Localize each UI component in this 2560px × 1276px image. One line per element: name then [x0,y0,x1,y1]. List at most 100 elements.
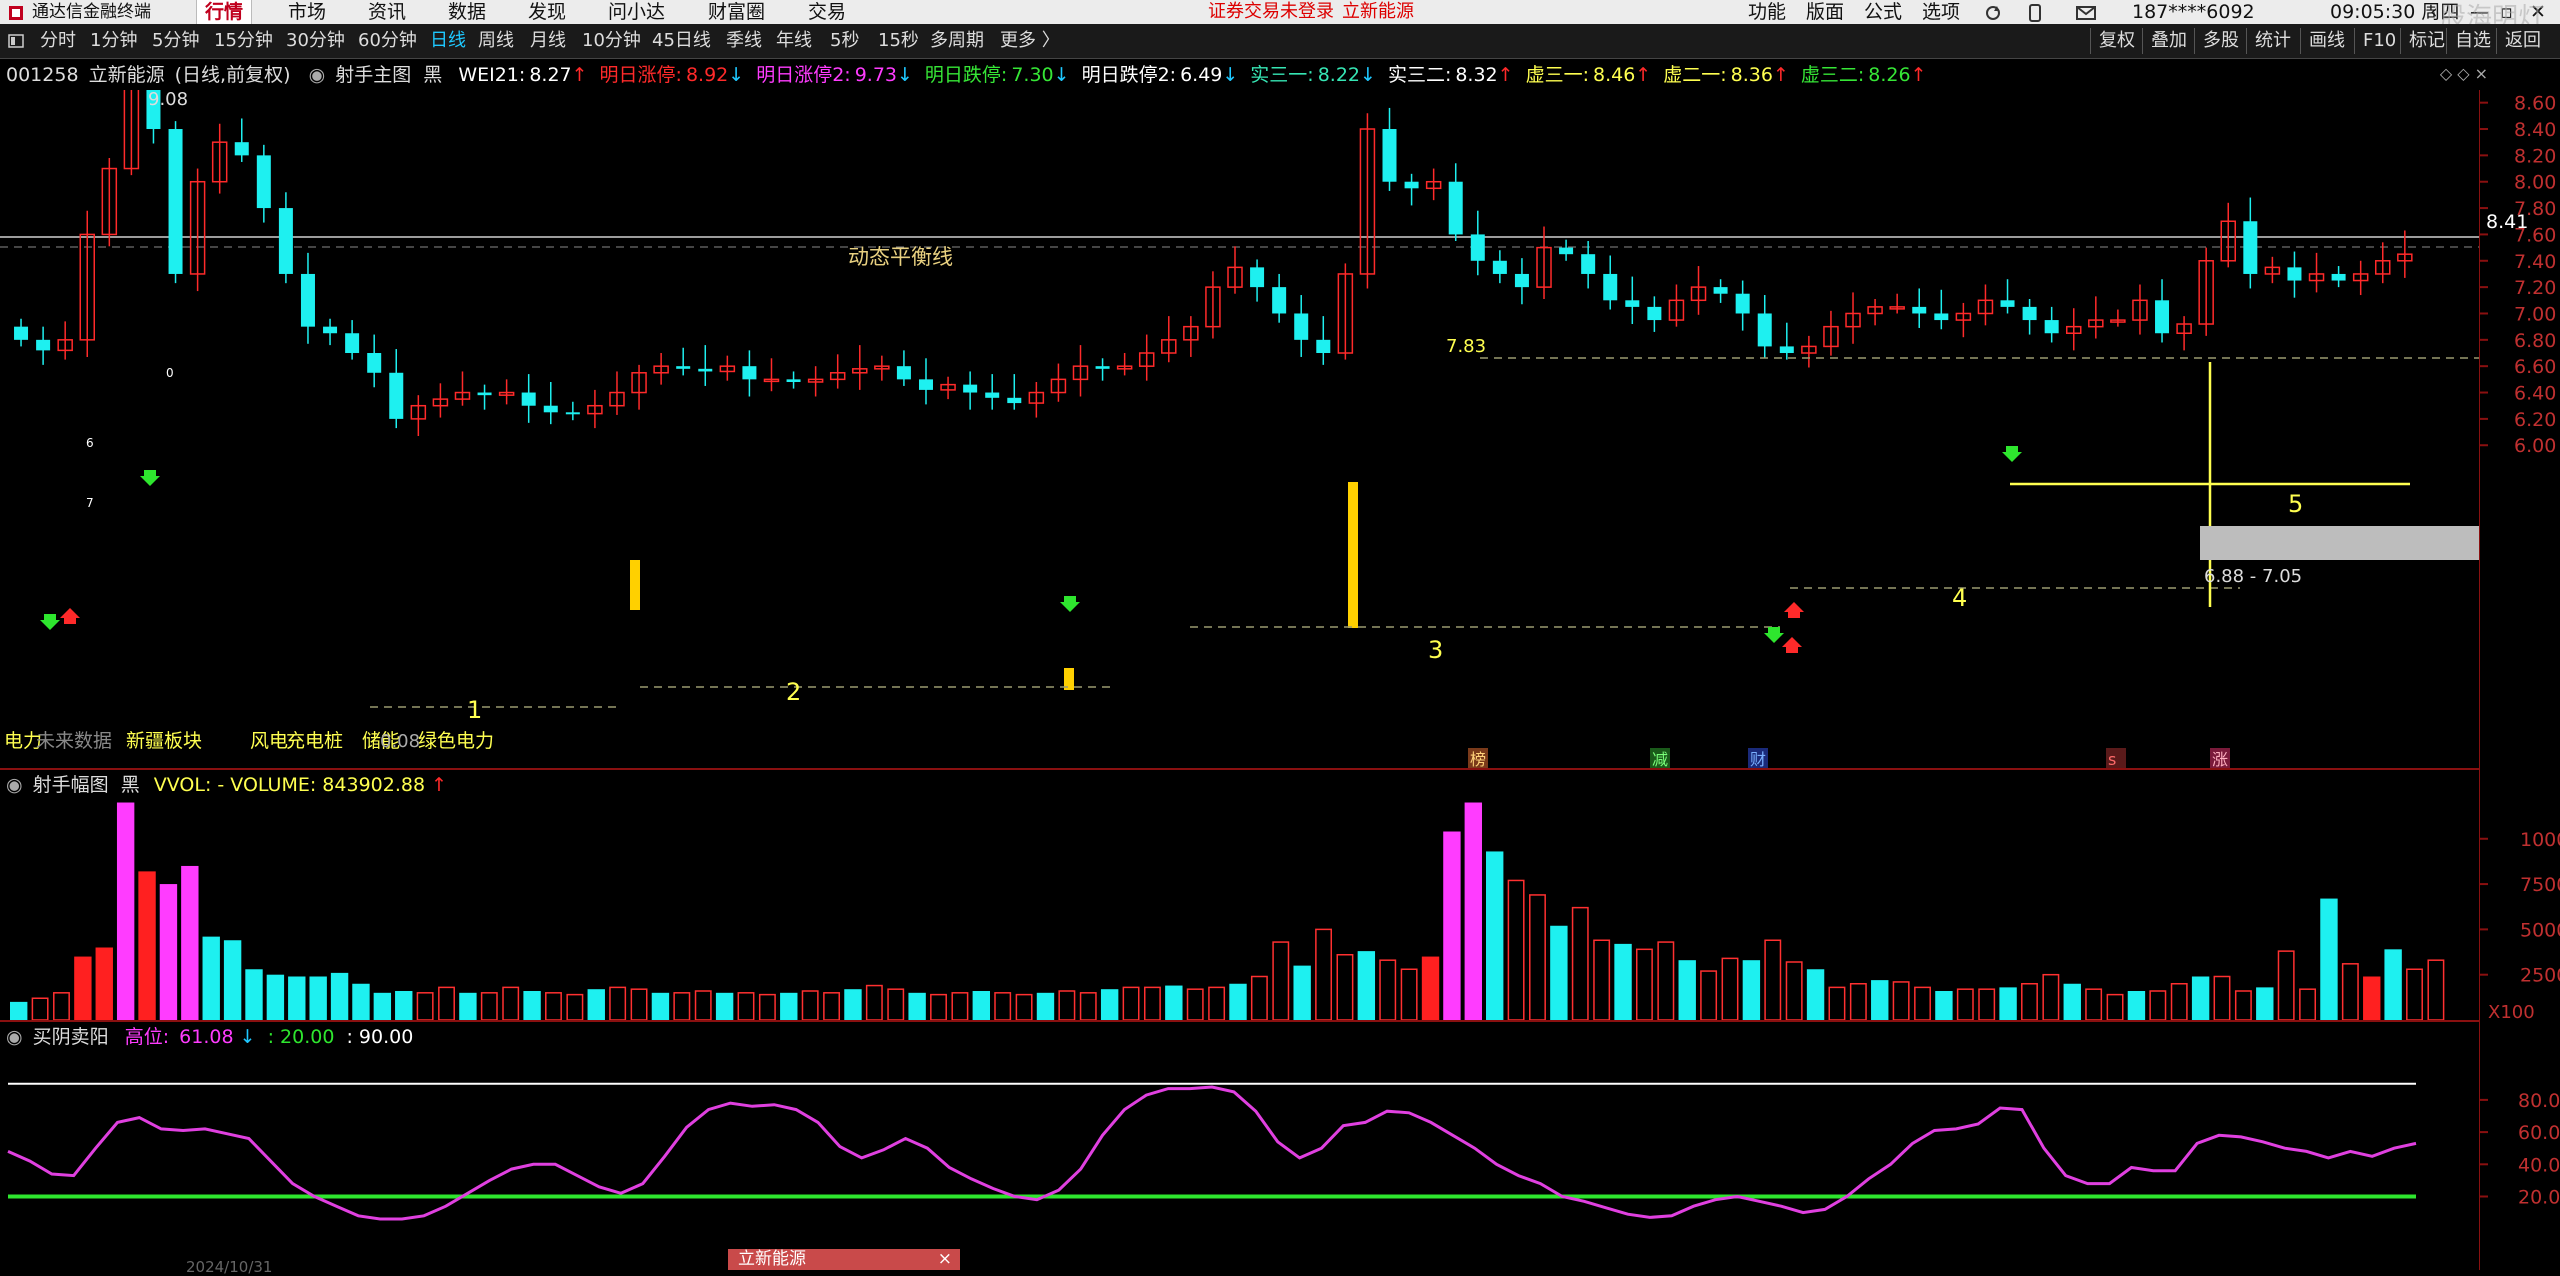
wave-label: 2 [786,678,801,706]
main-indicator-name[interactable]: 射手主图 [335,64,411,86]
volume-bar [2320,898,2338,1020]
highlight-candle [1348,482,1358,628]
menu-shuju[interactable]: 数据 [448,0,486,24]
tool-button-3[interactable]: 统计 [2246,28,2299,54]
volume-value: VVOL: - VOLUME: 843902.88 [153,774,426,796]
menu-zixun[interactable]: 资讯 [368,0,406,24]
tool-button-4[interactable]: 画线 [2300,28,2353,54]
main-value-arrow-2: ↓ [897,64,913,86]
login-notice[interactable]: 证券交易未登录 [1208,0,1334,24]
period-2[interactable]: 5分钟 [152,24,199,58]
period-3[interactable]: 15分钟 [214,24,273,58]
refresh-icon[interactable] [1984,0,2002,24]
price-tick-label: 7.40 [2514,251,2556,273]
mail-icon[interactable] [2076,0,2096,24]
period-16[interactable]: 更多 〉 [1000,24,1060,58]
period-0[interactable]: 分时 [40,24,76,58]
menu-jiaoyi[interactable]: 交易 [808,0,846,24]
indicator-menu-icon[interactable]: ◉ [309,64,326,86]
volume-bar [1486,851,1504,1020]
price-tick-label: 8.20 [2514,145,2556,167]
tool-button-5[interactable]: F10 [2354,28,2404,54]
volume-bar [1122,986,1140,1020]
period-5[interactable]: 60分钟 [358,24,417,58]
candle-body [985,392,1000,398]
event-tag[interactable]: 涨 [2212,750,2228,768]
bottom-stock-tab-label: 立新能源 [738,1249,806,1269]
menu-faxian[interactable]: 发现 [528,0,566,24]
sell-signal-icon [1060,596,1080,612]
oscillator-chart[interactable]: 80.00 60.00 40.00 20.00 [0,1052,2560,1270]
menu-shichang[interactable]: 市场 [288,0,326,24]
tool-gongneng[interactable]: 功能 [1748,0,1786,24]
period-1[interactable]: 1分钟 [90,24,137,58]
price-tick-label: 8.60 [2514,93,2556,115]
tool-button-2[interactable]: 多股 [2194,28,2247,54]
menu-caifuquan[interactable]: 财富圈 [708,0,765,24]
osc-indicator-name[interactable]: 买阴卖阳 [33,1026,109,1048]
period-12[interactable]: 年线 [776,24,812,58]
concept-tag[interactable]: 未来数据 [36,730,112,752]
concept-tag[interactable]: 充电桩 [286,730,343,752]
tool-button-7[interactable]: 自选 [2446,28,2499,54]
candle-body [1934,313,1949,321]
period-9[interactable]: 10分钟 [582,24,641,58]
candle-body [918,379,933,390]
candle-body [1735,293,1750,314]
period-14[interactable]: 15秒 [878,24,919,58]
event-tag[interactable]: 财 [1750,750,1766,768]
event-tag[interactable]: s [2108,750,2116,768]
candle-body [1272,287,1287,314]
menu-wenxiaoda[interactable]: 问小达 [608,0,665,24]
period-4[interactable]: 30分钟 [286,24,345,58]
tool-banmian[interactable]: 版面 [1806,0,1844,24]
back-arrow-icon[interactable]: ‹ [2430,0,2438,24]
period-8[interactable]: 月线 [530,24,566,58]
main-value-arrow-8: ↑ [1772,64,1789,86]
period-15[interactable]: 多周期 [930,24,984,58]
period-11[interactable]: 季线 [726,24,762,58]
range-label: 6.88 - 7.05 [2204,566,2302,587]
concept-tag[interactable]: 绿色电力 [418,730,494,752]
volume-indicator-name[interactable]: 射手幅图 [33,774,109,796]
volume-chart[interactable]: 10000 7500 5000 2500 X100 [0,800,2560,1020]
pane-controls[interactable]: ◇ ◇ × [2440,64,2488,83]
volume-bar [31,997,49,1020]
volume-bar [459,992,477,1020]
candlestick-chart[interactable]: 9.008.808.608.408.208.007.807.607.407.20… [0,90,2560,768]
volume-bar [1593,939,1611,1020]
bottom-stock-tab[interactable]: 立新能源 × [728,1249,960,1270]
period-6[interactable]: 日线 [430,24,466,58]
period-10[interactable]: 45日线 [652,24,711,58]
event-tag[interactable]: 榜 [1470,750,1486,768]
period-13[interactable]: 5秒 [830,24,859,58]
volume-bar [2277,950,2295,1020]
concept-tag[interactable]: 新疆板块 [126,730,202,752]
osc-menu-icon[interactable]: ◉ [6,1026,23,1048]
volume-menu-icon[interactable]: ◉ [6,774,23,796]
period-7[interactable]: 周线 [478,24,514,58]
menu-hangqing[interactable]: 行情 [196,0,253,24]
volume-bar [2106,993,2124,1020]
volume-bar [694,990,712,1020]
user-phone[interactable]: 187****6092 [2132,0,2255,24]
volume-bar [908,992,926,1020]
volume-bar [266,974,285,1020]
concept-tag[interactable]: 风电 [250,730,288,752]
tool-xuanxiang[interactable]: 选项 [1922,0,1960,24]
volume-bar [801,990,819,1020]
tool-gongshi[interactable]: 公式 [1864,0,1902,24]
sell-signal-icon [140,470,160,486]
tool-button-0[interactable]: 复权 [2090,28,2143,54]
volume-bar [1892,981,1910,1020]
main-value-label-3: 明日跌停: [924,64,1008,86]
event-tag[interactable]: 减 [1652,750,1668,768]
toolbar-toggle-icon[interactable] [8,24,24,58]
main-value-arrow-0: ↑ [571,64,588,86]
tool-button-8[interactable]: 返回 [2496,28,2549,54]
candle-body [389,372,404,419]
price-tick-label: 8.00 [2514,172,2556,194]
tool-button-1[interactable]: 叠加 [2142,28,2195,54]
phone-icon[interactable] [2028,0,2042,24]
close-tab-icon[interactable]: × [938,1249,952,1270]
